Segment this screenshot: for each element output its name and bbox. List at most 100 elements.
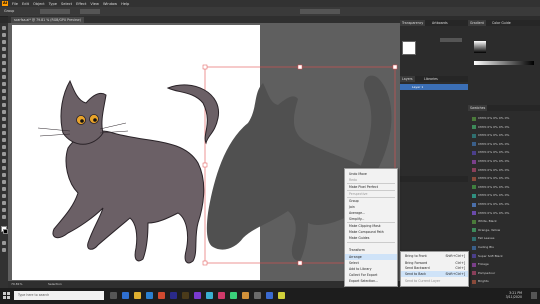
submenu-item[interactable]: Bring Forward bbox=[405, 261, 427, 265]
context-menu-item[interactable]: Transform bbox=[349, 248, 365, 252]
swatch-row[interactable]: CMYK 0% 0% 0% 0% bbox=[478, 125, 540, 130]
artboard-tool-icon[interactable] bbox=[2, 194, 6, 198]
shape-builder-tool-icon[interactable] bbox=[2, 138, 6, 142]
context-menu-item[interactable]: Join bbox=[349, 205, 355, 209]
swatch-chip[interactable] bbox=[472, 142, 476, 147]
submenu-item[interactable]: Send to Current Layer bbox=[405, 279, 440, 283]
menu-edit[interactable]: Edit bbox=[22, 2, 29, 6]
taskbar-search-input[interactable]: Type here to search bbox=[14, 291, 104, 300]
context-menu-item[interactable]: Make Clipping Mask bbox=[349, 224, 381, 228]
gradient-slider[interactable] bbox=[474, 61, 534, 65]
transform-fields[interactable] bbox=[300, 9, 340, 14]
context-menu-item[interactable]: Simplify... bbox=[349, 217, 364, 221]
app-logo[interactable]: Ai bbox=[2, 1, 8, 6]
swatch-chip[interactable] bbox=[472, 219, 476, 224]
swatch-chip[interactable] bbox=[472, 159, 476, 164]
rotate-tool-icon[interactable] bbox=[2, 110, 6, 114]
menu-type[interactable]: Type bbox=[49, 2, 57, 6]
app-icon-orange[interactable] bbox=[242, 292, 249, 299]
free-transform-tool-icon[interactable] bbox=[2, 131, 6, 135]
tab-artboards[interactable]: Artboards bbox=[430, 20, 450, 26]
menu-help[interactable]: Help bbox=[121, 2, 129, 6]
eyedropper-tool-icon[interactable] bbox=[2, 166, 6, 170]
context-menu-item[interactable]: Undo Move bbox=[349, 172, 367, 176]
swatch-chip[interactable] bbox=[472, 271, 476, 276]
bbox-handle-ml[interactable] bbox=[202, 162, 208, 168]
perspective-grid-tool-icon[interactable] bbox=[2, 145, 6, 149]
tab-color-guide[interactable]: Color Guide bbox=[490, 20, 513, 26]
swatch-row[interactable]: CMYK 0% 0% 0% 0% bbox=[478, 116, 540, 121]
stroke-dropdown[interactable] bbox=[40, 9, 70, 14]
selection-tool-icon[interactable] bbox=[2, 26, 6, 30]
file-explorer-icon[interactable] bbox=[134, 292, 141, 299]
bbox-handle-bl[interactable] bbox=[202, 260, 208, 266]
swatch-row[interactable]: White, Black bbox=[478, 219, 540, 224]
symbol-sprayer-tool-icon[interactable] bbox=[2, 180, 6, 184]
swatch-row[interactable]: CMYK 0% 0% 0% 0% bbox=[478, 168, 540, 173]
eraser-tool-icon[interactable] bbox=[2, 103, 6, 107]
swatch-chip[interactable] bbox=[472, 236, 476, 241]
mesh-tool-icon[interactable] bbox=[2, 152, 6, 156]
swatch-row[interactable]: CMYK 0% 0% 0% 0% bbox=[478, 185, 540, 190]
edge-icon[interactable] bbox=[122, 292, 129, 299]
swatch-chip[interactable] bbox=[472, 211, 476, 216]
app-icon-gray[interactable] bbox=[254, 292, 261, 299]
swatch-row[interactable]: Pompadour bbox=[478, 271, 540, 276]
menu-object[interactable]: Object bbox=[33, 2, 45, 6]
windows-start-icon[interactable] bbox=[3, 292, 10, 299]
store-icon[interactable] bbox=[146, 292, 153, 299]
context-menu-item[interactable]: Collect For Export bbox=[349, 273, 377, 277]
screen-mode-icon[interactable] bbox=[2, 248, 6, 252]
swatch-row[interactable]: Orange, Yellow bbox=[478, 228, 540, 233]
cat-artwork[interactable] bbox=[37, 79, 219, 264]
swatch-chip[interactable] bbox=[472, 279, 476, 284]
swatch-row[interactable]: CMYK 0% 0% 0% 0% bbox=[478, 159, 540, 164]
swatch-chip[interactable] bbox=[472, 245, 476, 250]
swatch-chip[interactable] bbox=[472, 133, 476, 138]
tab-gradient[interactable]: Gradient bbox=[468, 20, 486, 26]
layer-row[interactable]: Layer 1 bbox=[400, 84, 468, 90]
bbox-handle-tc[interactable] bbox=[297, 64, 303, 70]
gradient-tool-icon[interactable] bbox=[2, 159, 6, 163]
context-menu-item[interactable]: Average... bbox=[349, 211, 365, 215]
chrome-icon[interactable] bbox=[158, 292, 165, 299]
graph-tool-icon[interactable] bbox=[2, 187, 6, 191]
opacity-dropdown[interactable] bbox=[80, 9, 100, 14]
context-menu-item[interactable]: Arrange bbox=[349, 255, 362, 259]
app-icon-cyan[interactable] bbox=[206, 292, 213, 299]
swatch-row[interactable]: CMYK 0% 0% 0% 0% bbox=[478, 202, 540, 207]
swatch-chip[interactable] bbox=[472, 168, 476, 173]
width-tool-icon[interactable] bbox=[2, 124, 6, 128]
direct-selection-tool-icon[interactable] bbox=[2, 33, 6, 37]
context-menu-item[interactable]: Export Selection... bbox=[349, 279, 378, 283]
swatch-row[interactable]: Brights bbox=[478, 279, 540, 284]
lasso-tool-icon[interactable] bbox=[2, 47, 6, 51]
swatch-chip[interactable] bbox=[472, 125, 476, 130]
menu-effect[interactable]: Effect bbox=[76, 2, 86, 6]
swatch-row[interactable]: Fall Leaves bbox=[478, 236, 540, 241]
pen-tool-icon[interactable] bbox=[2, 54, 6, 58]
app-icon-purple[interactable] bbox=[194, 292, 201, 299]
blend-mode-dropdown[interactable] bbox=[440, 38, 462, 42]
context-menu-item[interactable]: Group bbox=[349, 199, 359, 203]
app-icon-pink[interactable] bbox=[218, 292, 225, 299]
bbox-handle-tl[interactable] bbox=[202, 64, 208, 70]
context-menu-item[interactable]: Add to Library bbox=[349, 267, 372, 271]
task-view-icon[interactable] bbox=[110, 292, 117, 299]
swatch-chip[interactable] bbox=[472, 116, 476, 121]
swatch-row[interactable]: CMYK 0% 0% 0% 0% bbox=[478, 142, 540, 147]
swatch-chip[interactable] bbox=[472, 254, 476, 259]
pencil-tool-icon[interactable] bbox=[2, 96, 6, 100]
swatch-chip[interactable] bbox=[472, 150, 476, 155]
context-menu-item[interactable]: Make Pixel Perfect bbox=[349, 185, 378, 189]
swatch-chip[interactable] bbox=[472, 185, 476, 190]
swatch-row[interactable]: CMYK 0% 0% 0% 0% bbox=[478, 193, 540, 198]
type-tool-icon[interactable] bbox=[2, 68, 6, 72]
swatch-chip[interactable] bbox=[472, 202, 476, 207]
notifications-icon[interactable] bbox=[531, 292, 537, 299]
rectangle-tool-icon[interactable] bbox=[2, 82, 6, 86]
zoom-tool-icon[interactable] bbox=[2, 215, 6, 219]
menu-select[interactable]: Select bbox=[61, 2, 72, 6]
hand-tool-icon[interactable] bbox=[2, 208, 6, 212]
tab-layers[interactable]: Layers bbox=[400, 76, 415, 82]
